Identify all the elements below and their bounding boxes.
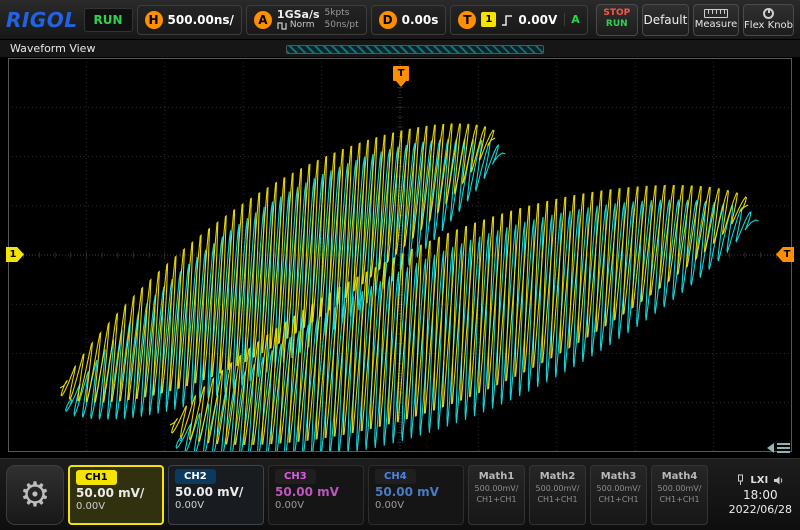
measure-label: Measure [695, 19, 738, 30]
math1-label: Math1 [479, 471, 515, 482]
sample-rate: 1GSa/s [277, 9, 320, 21]
flex-knob-label: Flex Knob [744, 20, 793, 31]
graticule-canvas [8, 58, 792, 452]
default-label: Default [643, 13, 687, 27]
math2-expression: CH1+CH1 [537, 495, 577, 504]
math1-expression: CH1+CH1 [476, 495, 516, 504]
ruler-icon [704, 9, 728, 18]
rising-edge-icon [501, 13, 513, 27]
clock-date: 2022/06/28 [729, 503, 792, 516]
horizontal-scale-control[interactable]: H 500.00ns/ [137, 5, 242, 35]
math1-scale: 500.00mV/ [475, 484, 519, 493]
math3-tile[interactable]: Math3 500.00mV/ CH1+CH1 [590, 465, 647, 525]
channel3-scale: 50.00 mV [275, 485, 357, 499]
channel2-offset: 0.00V [175, 500, 257, 511]
default-button[interactable]: Default [642, 4, 689, 36]
status-block: LXI 18:00 2022/06/28 [729, 474, 794, 516]
math3-scale: 500.00mV/ [597, 484, 641, 493]
arrow-left-icon [767, 443, 774, 453]
scrollbar-hatch [287, 46, 543, 53]
measure-button[interactable]: Measure [693, 4, 739, 36]
channel2-tile[interactable]: CH2 50.00 mV/ 0.00V [168, 465, 264, 525]
channel3-label: CH3 [275, 469, 316, 484]
bottom-status-bar: ⚙ CH1 50.00 mV/ 0.00V CH2 50.00 mV/ 0.00… [0, 458, 800, 530]
stop-run-button[interactable]: STOP RUN [596, 4, 638, 36]
knob-icon [763, 8, 774, 19]
run-status-button[interactable]: RUN [84, 8, 133, 32]
channel1-scale: 50.00 mV/ [76, 486, 156, 500]
math4-expression: CH1+CH1 [659, 495, 699, 504]
stop-label: STOP [603, 9, 630, 19]
trigger-level-value: 0.00V [518, 13, 557, 27]
math2-label: Math2 [540, 471, 576, 482]
math1-tile[interactable]: Math1 500.00mV/ CH1+CH1 [468, 465, 525, 525]
math4-scale: 500.00mV/ [658, 484, 702, 493]
settings-gear-button[interactable]: ⚙ [6, 465, 64, 525]
delay-icon: D [379, 11, 397, 29]
math2-scale: 500.00mV/ [536, 484, 580, 493]
tab-waveform-view[interactable]: Waveform View [10, 42, 95, 55]
math2-tile[interactable]: Math2 500.00mV/ CH1+CH1 [529, 465, 586, 525]
lxi-indicator: LXI [750, 475, 768, 486]
collapse-menu-button[interactable] [767, 443, 790, 453]
channel3-tile[interactable]: CH3 50.00 mV 0.00V [268, 465, 364, 525]
rigol-logo: RIGOL [6, 8, 78, 32]
channel1-label: CH1 [76, 470, 117, 485]
channel2-scale: 50.00 mV/ [175, 485, 257, 499]
trigger-icon: T [458, 11, 476, 29]
math4-label: Math4 [662, 471, 698, 482]
horizontal-scale-value: 500.00ns/ [168, 13, 234, 27]
acquisition-control[interactable]: A 1GSa/s Norm 5kpts 50ns/pt [246, 5, 367, 35]
run-label: RUN [606, 20, 628, 30]
hamburger-icon [777, 443, 790, 453]
channel3-offset: 0.00V [275, 500, 357, 511]
math3-label: Math3 [601, 471, 637, 482]
channel4-tile[interactable]: CH4 50.00 mV 0.00V [368, 465, 464, 525]
clock-time: 18:00 [743, 488, 778, 502]
trigger-control[interactable]: T 1 0.00V A [450, 5, 587, 35]
memory-depth: 5kpts [325, 8, 359, 19]
sample-resolution: 50ns/pt [325, 20, 359, 31]
channel4-label: CH4 [375, 469, 416, 484]
channel4-offset: 0.00V [375, 500, 457, 511]
horizontal-icon: H [145, 11, 163, 29]
waveform-display[interactable] [8, 58, 792, 452]
acquire-mode: Norm [290, 21, 315, 31]
math3-expression: CH1+CH1 [598, 495, 638, 504]
remote-connector-icon [736, 474, 745, 486]
delay-value: 0.00s [402, 13, 439, 27]
trigger-sweep-mode: A [564, 13, 580, 26]
delay-control[interactable]: D 0.00s [371, 5, 447, 35]
square-wave-icon [277, 21, 287, 30]
trigger-source-badge: 1 [481, 12, 496, 27]
top-toolbar: RIGOL RUN H 500.00ns/ A 1GSa/s Norm 5kpt… [0, 0, 800, 40]
trigger-position-marker[interactable]: T [393, 66, 409, 81]
acquire-icon: A [254, 11, 272, 29]
memory-position-scrollbar[interactable] [286, 45, 544, 54]
flex-knob-button[interactable]: Flex Knob [743, 4, 794, 36]
channel1-tile[interactable]: CH1 50.00 mV/ 0.00V [68, 465, 164, 525]
channel4-scale: 50.00 mV [375, 485, 457, 499]
gear-icon: ⚙ [20, 478, 50, 512]
math4-tile[interactable]: Math4 500.00mV/ CH1+CH1 [651, 465, 708, 525]
channel2-label: CH2 [175, 469, 216, 484]
channel1-offset: 0.00V [76, 501, 156, 512]
speaker-icon [773, 475, 784, 486]
